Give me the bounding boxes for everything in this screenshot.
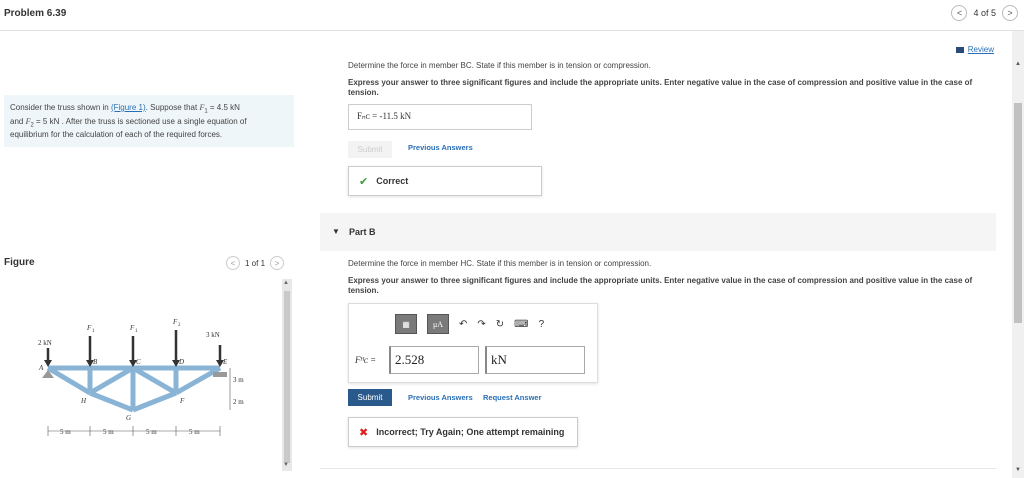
next-figure-button[interactable]: > <box>270 256 285 270</box>
hc-label: Fᴴᴄ = <box>355 355 377 365</box>
dim-2m-label: 2 m <box>233 398 244 406</box>
value-input[interactable]: 2.528 <box>389 346 479 374</box>
problem-title: Problem 6.39 <box>4 8 67 19</box>
node-a-label: A <box>38 364 44 372</box>
f2-sub-d: 2 <box>178 323 181 328</box>
figure-scroll-thumb[interactable] <box>284 291 290 463</box>
problem-pager-text: 4 of 5 <box>973 8 996 18</box>
prev-figure-button[interactable]: < <box>226 256 240 270</box>
figure-scrollbar[interactable]: ▲ ▼ <box>282 279 292 471</box>
figure-pager: < 1 of 1 > <box>226 256 285 270</box>
next-problem-button[interactable]: > <box>1002 5 1018 21</box>
load-a-label: 2 kN <box>38 339 52 347</box>
span-2-label: 5 m <box>103 428 114 436</box>
load-arrows <box>46 330 222 362</box>
node-h-label: H <box>80 397 87 405</box>
part-a-instruction: Express your answer to three significant… <box>348 78 973 97</box>
reset-icon[interactable]: ↻ <box>496 319 504 330</box>
answer-editor: ▦ μA ↶ ↷ ↻ ⌨ ? Fᴴᴄ = 2.528 kN <box>348 303 598 383</box>
redo-icon[interactable]: ↷ <box>477 319 485 330</box>
part-b-feedback-text: Incorrect; Try Again; One attempt remain… <box>376 427 565 437</box>
node-f-label: F <box>179 397 185 405</box>
right-column: Review Determine the force in member BC.… <box>320 31 1010 478</box>
template-icon[interactable]: ▦ <box>395 314 417 334</box>
collapse-caret-icon[interactable]: ▼ <box>332 227 340 236</box>
span-3-label: 5 m <box>146 428 157 436</box>
f1-sub-c: 1 <box>135 329 138 334</box>
figure-pager-text: 1 of 1 <box>245 258 266 268</box>
part-b-header[interactable]: ▼ Part B <box>320 213 996 251</box>
units-icon[interactable]: μA <box>427 314 449 334</box>
editor-toolbar: ▦ μA ↶ ↷ ↻ ⌨ ? <box>395 314 544 334</box>
part-a-answer: Fₙᴄ = -11.5 kN <box>348 104 532 130</box>
review-label: Review <box>967 45 994 54</box>
prev-problem-button[interactable]: < <box>951 5 968 21</box>
problem-text: . Suppose that <box>145 103 200 112</box>
check-icon: ✔ <box>359 175 369 188</box>
page-scroll-up-icon[interactable]: ▲ <box>1015 61 1021 67</box>
part-a-submit-button[interactable]: Submit <box>348 141 392 158</box>
problem-pager: < 4 of 5 > <box>951 5 1018 21</box>
figure-link[interactable]: (Figure 1) <box>111 103 146 112</box>
node-c-label: C <box>136 358 141 366</box>
problem-statement: Consider the truss shown in (Figure 1). … <box>4 95 294 147</box>
part-b-instruction: Express your answer to three significant… <box>348 276 973 295</box>
part-a-feedback: ✔ Correct <box>348 166 542 196</box>
span-1-label: 5 m <box>60 428 71 436</box>
problem-text: = 5 kN . After the truss is sectioned us… <box>33 116 247 126</box>
part-b-title: Part B <box>349 227 376 237</box>
unit-input[interactable]: kN <box>485 346 585 374</box>
figure-label: Figure <box>4 257 35 268</box>
undo-icon[interactable]: ↶ <box>459 319 467 330</box>
node-e-label: E <box>222 358 228 366</box>
keyboard-icon[interactable]: ⌨ <box>514 319 528 330</box>
problem-text: equilibrium for the calculation of each … <box>10 130 223 140</box>
f1-value: = 4.5 kN <box>207 103 240 112</box>
span-4-label: 5 m <box>189 428 200 436</box>
problem-text: and <box>10 116 26 126</box>
problem-text: Consider the truss shown in <box>10 103 111 112</box>
roller-support-e <box>213 372 227 377</box>
truss-members <box>46 365 222 413</box>
truss-figure: 2 kN 3 kN F 1 F 1 F 2 A B C D E F G H 3 … <box>38 318 244 436</box>
part-b-previous-answers-link[interactable]: Previous Answers <box>408 393 473 402</box>
divider <box>320 468 996 469</box>
scroll-up-icon[interactable]: ▲ <box>283 280 289 286</box>
header: Problem 6.39 < 4 of 5 > <box>0 0 1024 31</box>
dim-3m-label: 3 m <box>233 376 244 384</box>
node-b-label: B <box>93 358 98 366</box>
page-scroll-down-icon[interactable]: ▼ <box>1015 467 1021 473</box>
part-a-feedback-text: Correct <box>376 176 409 186</box>
scroll-down-icon[interactable]: ▼ <box>283 462 289 468</box>
request-answer-link[interactable]: Request Answer <box>483 393 542 402</box>
part-b-question: Determine the force in member HC. State … <box>348 259 652 268</box>
page-scrollbar[interactable]: ▲ ▼ <box>1012 31 1024 478</box>
review-icon <box>955 46 964 53</box>
help-icon[interactable]: ? <box>539 319 545 330</box>
load-e-label: 3 kN <box>206 331 220 339</box>
part-a-previous-answers-link[interactable]: Previous Answers <box>408 143 473 152</box>
cross-icon: ✖ <box>359 426 369 439</box>
part-b-feedback: ✖ Incorrect; Try Again; One attempt rema… <box>348 417 578 447</box>
node-g-label: G <box>126 414 131 422</box>
node-d-label: D <box>178 358 184 366</box>
part-b-submit-button[interactable]: Submit <box>348 389 392 406</box>
part-a-question: Determine the force in member BC. State … <box>348 61 651 70</box>
page-scroll-thumb[interactable] <box>1014 103 1022 323</box>
f1-sub-b: 1 <box>92 329 95 334</box>
review-link[interactable]: Review <box>955 45 994 54</box>
